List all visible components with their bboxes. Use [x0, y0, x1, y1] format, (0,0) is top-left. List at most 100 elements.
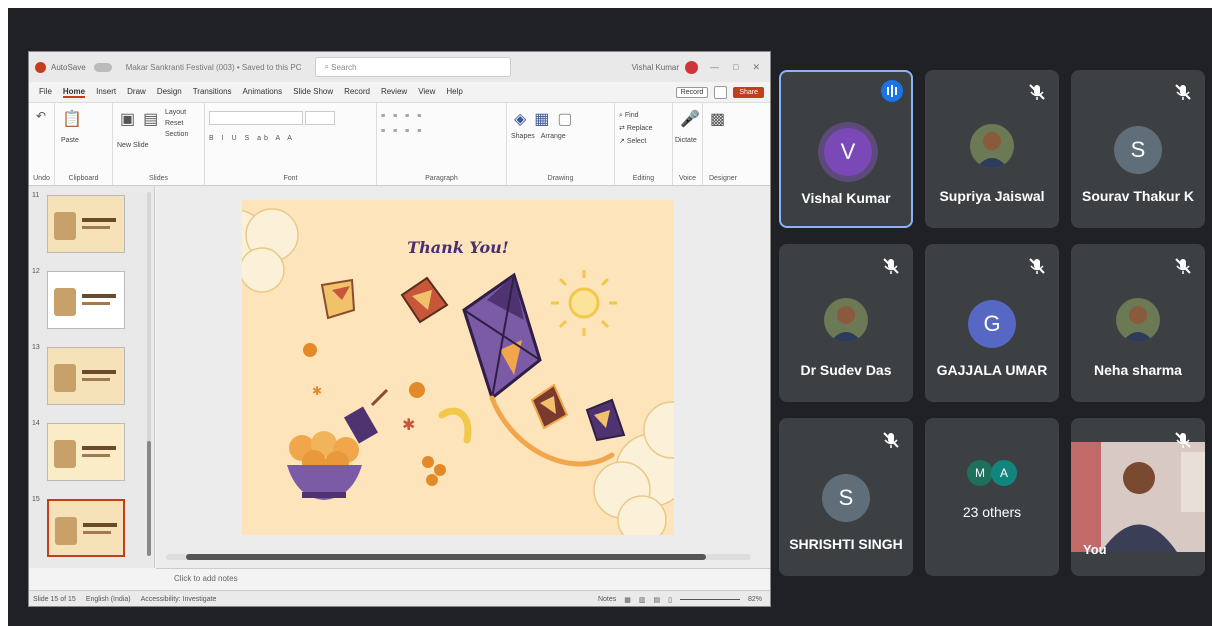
tab-design[interactable]: Design: [157, 87, 182, 98]
tab-view[interactable]: View: [418, 87, 435, 98]
current-slide[interactable]: Thank You! ✱ ✱: [242, 200, 674, 535]
language-indicator[interactable]: English (India): [86, 596, 131, 603]
font-format-icons[interactable]: B I U S ab A A: [209, 135, 372, 142]
reading-view-icon[interactable]: ▤: [654, 596, 661, 604]
tab-review[interactable]: Review: [381, 87, 407, 98]
participant-avatar: V: [824, 128, 872, 176]
thumbnail-scrollbar-thumb[interactable]: [147, 441, 151, 556]
section-button[interactable]: Section: [165, 129, 188, 140]
participant-name: Supriya Jaiswal: [939, 188, 1045, 204]
tab-home[interactable]: Home: [62, 87, 86, 98]
notes-toggle[interactable]: Notes: [598, 596, 616, 603]
kite-large-icon: [462, 272, 542, 401]
accessibility-status[interactable]: Accessibility: Investigate: [141, 596, 217, 603]
zoom-slider[interactable]: [679, 599, 740, 600]
alignment-icons[interactable]: ≡ ≡ ≡ ≡: [381, 128, 502, 135]
present-icon[interactable]: [714, 85, 728, 99]
find-button[interactable]: ⌕ Find: [619, 109, 668, 122]
normal-view-icon[interactable]: ▦: [624, 596, 631, 604]
minimize-icon[interactable]: —: [710, 62, 719, 73]
close-icon[interactable]: ✕: [752, 62, 760, 73]
reset-button[interactable]: Reset: [165, 118, 188, 129]
participant-tile[interactable]: M A 23 others: [925, 418, 1059, 576]
ppt-titlebar: AutoSave Makar Sankranti Festival (003) …: [29, 52, 770, 82]
slideshow-icon[interactable]: ▯: [668, 596, 672, 604]
reuse-slides-icon[interactable]: ▤: [143, 109, 158, 129]
slide-thumbnail-row[interactable]: 14: [29, 420, 153, 486]
clipboard-group: 📋 Paste Clipboard: [55, 103, 113, 185]
maximize-icon[interactable]: □: [733, 62, 738, 73]
designer-icon[interactable]: ▩: [710, 109, 725, 129]
participant-tile[interactable]: Dr Sudev Das: [779, 244, 913, 402]
cloud-left-icon: [242, 208, 299, 293]
participant-tile[interactable]: S SHRISHTI SINGH: [779, 418, 913, 576]
slide-thumbnail[interactable]: [47, 271, 125, 329]
participant-name: Neha sharma: [1094, 362, 1182, 378]
self-video: [1071, 442, 1205, 552]
voice-group-label: Voice: [678, 175, 697, 182]
search-box[interactable]: ⌕ Search: [315, 57, 512, 77]
kite-small-4-icon: [585, 398, 626, 442]
editing-group: ⌕ Find ⇄ Replace ↗ Select Editing: [615, 103, 673, 185]
autosave-toggle[interactable]: [93, 62, 112, 72]
bullets-icons[interactable]: ≡ ≡ ≡ ≡: [381, 113, 502, 120]
participant-tile[interactable]: Supriya Jaiswal: [925, 70, 1059, 228]
document-title: Makar Sankranti Festival (003) • Saved t…: [125, 62, 302, 72]
participant-name: You: [1083, 542, 1107, 557]
participant-avatar-small: A: [991, 460, 1017, 486]
paste-icon[interactable]: 📋: [62, 109, 82, 129]
ribbon: ↶ Undo 📋 Paste Clipboard ▣ ▤ Layout Rese…: [29, 102, 770, 186]
tab-record[interactable]: Record: [344, 87, 370, 98]
muted-mic-icon: [1173, 256, 1193, 276]
kite-small-3-icon: [530, 383, 569, 430]
participant-tile[interactable]: G GAJJALA UMAR: [925, 244, 1059, 402]
horizontal-scrollbar-thumb[interactable]: [186, 554, 706, 560]
layout-button[interactable]: Layout: [165, 107, 188, 118]
participant-tile[interactable]: You: [1071, 418, 1205, 576]
slide-thumbnail-row[interactable]: 15: [29, 496, 153, 562]
select-button[interactable]: ↗ Select: [619, 135, 668, 148]
microphone-icon[interactable]: 🎤: [680, 109, 700, 129]
slide-thumbnail[interactable]: [47, 499, 125, 557]
tab-draw[interactable]: Draw: [127, 87, 146, 98]
participant-photo: [824, 298, 868, 342]
participant-name: Vishal Kumar: [801, 190, 891, 206]
notes-pane[interactable]: Click to add notes: [156, 568, 770, 590]
arrange-icon[interactable]: ▦: [534, 109, 549, 129]
participant-tile[interactable]: Neha sharma: [1071, 244, 1205, 402]
designer-group-label: Designer: [708, 175, 737, 182]
laddoo-bowl-icon: [287, 431, 362, 500]
new-slide-icon[interactable]: ▣: [120, 109, 135, 129]
shapes-icon[interactable]: ◈: [514, 109, 526, 129]
sorter-view-icon[interactable]: ▥: [639, 596, 646, 604]
slide-thumbnail[interactable]: [47, 423, 125, 481]
drawing-group: ◈ ▦ ▢ Shapes Arrange Drawing: [507, 103, 615, 185]
undo-icon[interactable]: ↶: [36, 109, 46, 123]
slide-number: 15: [32, 496, 40, 503]
slide-thumbnail-row[interactable]: 11: [29, 192, 153, 258]
tab-file[interactable]: File: [39, 87, 52, 98]
tab-insert[interactable]: Insert: [96, 87, 116, 98]
slide-thumbnail-row[interactable]: 13: [29, 344, 153, 410]
zoom-level[interactable]: 82%: [748, 596, 762, 603]
font-group-label: Font: [283, 175, 298, 182]
font-name-box[interactable]: [209, 111, 303, 125]
tab-help[interactable]: Help: [446, 87, 462, 98]
participant-tile[interactable]: S Sourav Thakur K: [1071, 70, 1205, 228]
slide-thumbnail[interactable]: [47, 195, 125, 253]
tab-animations[interactable]: Animations: [243, 87, 283, 98]
participant-photo: [1116, 298, 1160, 342]
tab-slide-show[interactable]: Slide Show: [293, 87, 333, 98]
participant-tile[interactable]: V Vishal Kumar: [779, 70, 913, 228]
replace-button[interactable]: ⇄ Replace: [619, 122, 668, 135]
slide-thumbnail-row[interactable]: 12: [29, 268, 153, 334]
tab-transitions[interactable]: Transitions: [193, 87, 232, 98]
slides-group: ▣ ▤ Layout Reset Section New Slide Slide…: [113, 103, 205, 185]
font-size-box[interactable]: [304, 111, 335, 125]
record-button[interactable]: Record: [675, 86, 709, 98]
font-group: B I U S ab A A Font: [205, 103, 377, 185]
share-button[interactable]: Share: [733, 86, 764, 98]
slide-thumbnail[interactable]: [47, 347, 125, 405]
quick-styles-icon[interactable]: ▢: [557, 109, 572, 129]
user-avatar[interactable]: [685, 60, 699, 74]
